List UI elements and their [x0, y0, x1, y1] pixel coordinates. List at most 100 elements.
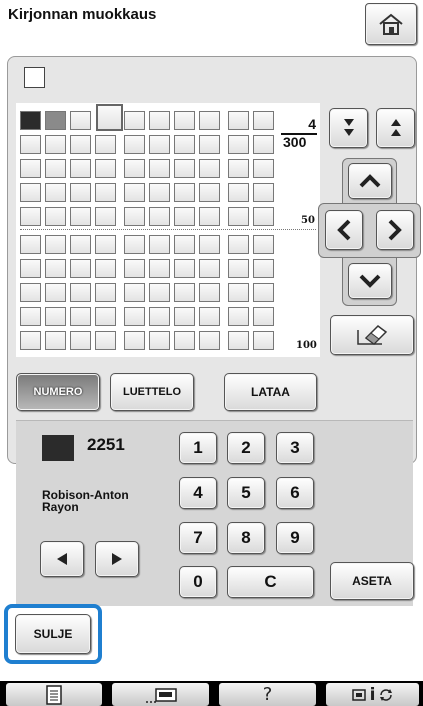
palette-cell[interactable]: [174, 283, 195, 302]
palette-cell[interactable]: [70, 111, 91, 130]
palette-cell[interactable]: [124, 207, 145, 226]
key-1[interactable]: 1: [179, 432, 217, 464]
palette-cell[interactable]: [124, 135, 145, 154]
palette-cell[interactable]: [174, 307, 195, 326]
palette-cell[interactable]: [253, 259, 274, 278]
key-8[interactable]: 8: [227, 522, 265, 554]
palette-cell[interactable]: [45, 183, 66, 202]
palette-cell[interactable]: [70, 159, 91, 178]
palette-cell[interactable]: [70, 283, 91, 302]
palette-cell[interactable]: [124, 183, 145, 202]
palette-cell[interactable]: [199, 135, 220, 154]
palette-cell[interactable]: [124, 331, 145, 350]
palette-cell[interactable]: [20, 183, 41, 202]
palette-cell[interactable]: [149, 207, 170, 226]
palette-cell[interactable]: [174, 235, 195, 254]
palette-cell[interactable]: [199, 111, 220, 130]
numero-button[interactable]: NUMERO: [16, 373, 100, 411]
palette-cell[interactable]: [95, 183, 116, 202]
palette-cell[interactable]: [199, 235, 220, 254]
brand-prev-button[interactable]: [40, 541, 84, 577]
palette-cell[interactable]: [149, 235, 170, 254]
palette-cell[interactable]: [253, 235, 274, 254]
palette-cell[interactable]: [199, 183, 220, 202]
brand-next-button[interactable]: [95, 541, 139, 577]
palette-cell[interactable]: [95, 135, 116, 154]
palette-cell[interactable]: [228, 159, 249, 178]
palette-cell[interactable]: [124, 307, 145, 326]
palette-cell[interactable]: [70, 183, 91, 202]
palette-cell[interactable]: [228, 135, 249, 154]
palette-cell[interactable]: [228, 235, 249, 254]
palette-cell[interactable]: [228, 259, 249, 278]
palette-cell[interactable]: [20, 283, 41, 302]
key-clear[interactable]: C: [227, 566, 314, 598]
palette-cell[interactable]: [20, 111, 41, 130]
palette-cell[interactable]: [174, 331, 195, 350]
palette-cell[interactable]: [149, 159, 170, 178]
palette-cell[interactable]: [253, 307, 274, 326]
info-button[interactable]: i: [326, 683, 419, 706]
palette-cell[interactable]: [45, 159, 66, 178]
palette-cell[interactable]: [149, 307, 170, 326]
palette-cell[interactable]: [149, 283, 170, 302]
key-9[interactable]: 9: [276, 522, 314, 554]
palette-cell[interactable]: [20, 207, 41, 226]
key-3[interactable]: 3: [276, 432, 314, 464]
palette-cell[interactable]: [199, 307, 220, 326]
palette-cell[interactable]: [174, 135, 195, 154]
palette-cell[interactable]: [95, 207, 116, 226]
key-6[interactable]: 6: [276, 477, 314, 509]
home-button[interactable]: [365, 3, 417, 45]
palette-cell[interactable]: [228, 283, 249, 302]
arrow-right-button[interactable]: [376, 210, 414, 250]
palette-cell[interactable]: [20, 235, 41, 254]
palette-cell[interactable]: [199, 283, 220, 302]
palette-cell[interactable]: [174, 111, 195, 130]
palette-cell[interactable]: [45, 307, 66, 326]
page-button[interactable]: [6, 683, 102, 706]
palette-cell[interactable]: [124, 283, 145, 302]
palette-cell[interactable]: [20, 259, 41, 278]
palette-cell[interactable]: [149, 135, 170, 154]
palette-cell[interactable]: [20, 307, 41, 326]
scroll-down-button[interactable]: [329, 108, 368, 148]
palette-cell[interactable]: [228, 183, 249, 202]
palette-cell[interactable]: [199, 259, 220, 278]
palette-cell[interactable]: [199, 331, 220, 350]
palette-cell[interactable]: [174, 159, 195, 178]
sulje-button[interactable]: SULJE: [15, 614, 91, 654]
arrow-left-button[interactable]: [325, 210, 363, 250]
key-5[interactable]: 5: [227, 477, 265, 509]
palette-cell[interactable]: [199, 207, 220, 226]
palette-cell[interactable]: [124, 111, 145, 130]
key-0[interactable]: 0: [179, 566, 217, 598]
palette-cell[interactable]: [253, 207, 274, 226]
palette-cell[interactable]: [253, 111, 274, 130]
palette-cell[interactable]: [199, 159, 220, 178]
palette-cell[interactable]: [20, 135, 41, 154]
palette-cell[interactable]: [253, 159, 274, 178]
palette-cell[interactable]: [95, 331, 116, 350]
palette-cell[interactable]: [95, 283, 116, 302]
key-7[interactable]: 7: [179, 522, 217, 554]
palette-cell[interactable]: [45, 111, 66, 130]
delete-button[interactable]: [330, 315, 414, 355]
palette-cell[interactable]: [149, 259, 170, 278]
palette-cell[interactable]: [174, 207, 195, 226]
aseta-button[interactable]: ASETA: [330, 562, 414, 600]
palette-cell[interactable]: [95, 259, 116, 278]
palette-cell[interactable]: [253, 183, 274, 202]
key-2[interactable]: 2: [227, 432, 265, 464]
palette-cell[interactable]: [95, 235, 116, 254]
palette-cell[interactable]: [174, 183, 195, 202]
palette-cell[interactable]: [228, 207, 249, 226]
palette-cell[interactable]: [149, 183, 170, 202]
machine-button[interactable]: [112, 683, 209, 706]
arrow-up-button[interactable]: [348, 163, 392, 199]
palette-cell[interactable]: [95, 307, 116, 326]
palette-cell[interactable]: [45, 135, 66, 154]
palette-cell[interactable]: [70, 259, 91, 278]
lataa-button[interactable]: LATAA: [224, 373, 317, 411]
key-4[interactable]: 4: [179, 477, 217, 509]
